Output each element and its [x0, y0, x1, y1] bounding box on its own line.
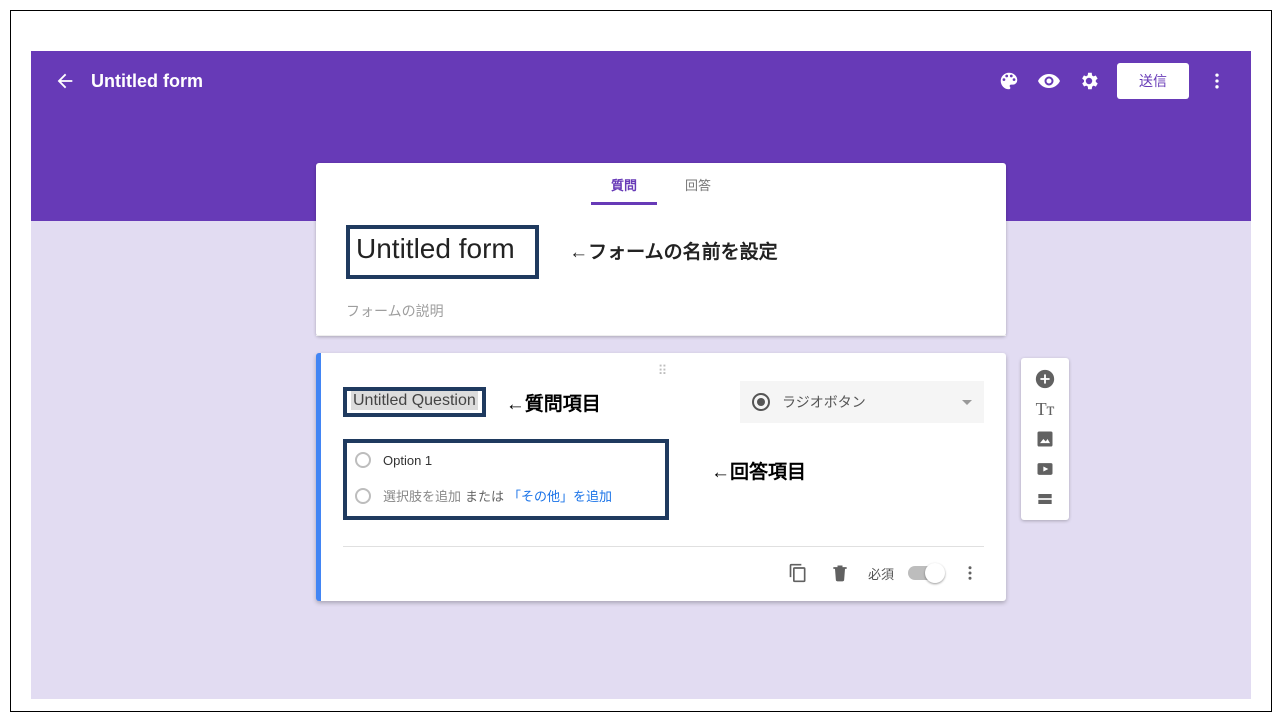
back-arrow-icon[interactable]	[45, 61, 85, 101]
tab-responses[interactable]: 回答	[681, 165, 715, 204]
question-title-input[interactable]: Untitled Question	[351, 391, 478, 410]
form-title-header[interactable]: Untitled form	[91, 71, 203, 92]
annotation-answer: ←回答項目	[711, 457, 806, 484]
tab-questions[interactable]: 質問	[607, 165, 641, 204]
form-description-input[interactable]: フォームの説明	[346, 301, 976, 321]
question-card: ⠿ Untitled Question ←質問項目 ラジオボタン Option …	[316, 353, 1006, 601]
required-label: 必須	[868, 564, 894, 583]
preview-eye-icon[interactable]	[1029, 61, 1069, 101]
annotation-question-title: ←質問項目	[506, 389, 601, 416]
required-toggle[interactable]	[908, 566, 942, 580]
gear-icon[interactable]	[1069, 61, 1109, 101]
question-type-select[interactable]: ラジオボタン	[740, 381, 984, 423]
radio-circle-icon	[355, 452, 371, 468]
form-title-input[interactable]: Untitled form	[346, 225, 539, 279]
add-title-button[interactable]: Tᴛ	[1028, 394, 1062, 424]
more-vert-icon[interactable]	[956, 559, 984, 587]
question-footer: 必須	[343, 546, 984, 587]
option-row-1[interactable]: Option 1	[355, 452, 657, 468]
question-type-label: ラジオボタン	[782, 392, 866, 412]
add-video-button[interactable]	[1028, 454, 1062, 484]
chevron-down-icon	[962, 400, 972, 405]
side-toolbar: Tᴛ	[1021, 358, 1069, 520]
add-other-button[interactable]: 「その他」を追加	[508, 486, 612, 505]
radio-circle-icon	[355, 488, 371, 504]
trash-icon[interactable]	[826, 559, 854, 587]
or-separator: または	[465, 486, 504, 505]
radio-icon	[752, 393, 770, 411]
add-option-button[interactable]: 選択肢を追加	[383, 486, 461, 505]
question-title-highlight: Untitled Question	[343, 387, 486, 417]
add-image-button[interactable]	[1028, 424, 1062, 454]
app-frame: Untitled form 送信 質問 回答 Untitled form	[10, 10, 1272, 712]
add-question-button[interactable]	[1028, 364, 1062, 394]
form-title-card: 質問 回答 Untitled form ←フォームの名前を設定 フォームの説明	[316, 163, 1006, 336]
more-vert-icon[interactable]	[1197, 61, 1237, 101]
send-button[interactable]: 送信	[1117, 63, 1189, 99]
top-bar: Untitled form 送信	[31, 51, 1251, 111]
drag-handle-icon[interactable]: ⠿	[343, 363, 984, 375]
add-option-row: 選択肢を追加 または 「その他」を追加	[355, 486, 657, 505]
palette-icon[interactable]	[989, 61, 1029, 101]
copy-icon[interactable]	[784, 559, 812, 587]
annotation-form-title: ←フォームの名前を設定	[569, 242, 777, 263]
card-tabs: 質問 回答	[316, 163, 1006, 205]
option-1-label[interactable]: Option 1	[383, 453, 432, 468]
options-highlight-box: Option 1 選択肢を追加 または 「その他」を追加	[343, 439, 669, 520]
add-section-button[interactable]	[1028, 484, 1062, 514]
